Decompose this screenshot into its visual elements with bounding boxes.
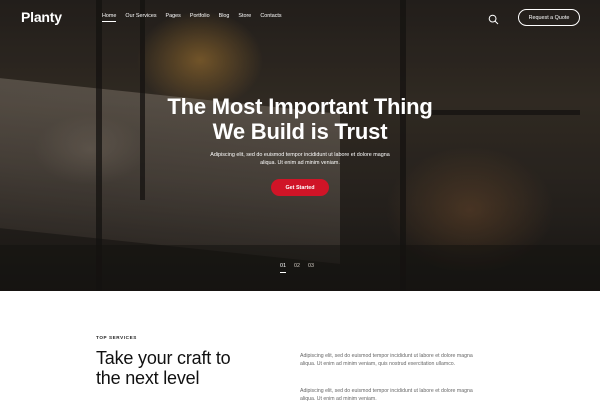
hero-title-line: We Build is Trust	[212, 119, 388, 144]
nav-store[interactable]: Store	[238, 13, 251, 22]
search-icon[interactable]	[488, 12, 499, 25]
slide-indicator-03[interactable]: 03	[308, 263, 314, 273]
hero-section: Planty Home Our Services Pages Portfolio…	[0, 0, 600, 291]
nav-contacts[interactable]: Contacts	[260, 13, 281, 22]
hero-subtitle: Adipiscing elit, sed do euismod tempor i…	[210, 152, 390, 166]
section-paragraph: Adipiscing elit, sed do euismod tempor i…	[300, 388, 473, 402]
top-navigation: Planty Home Our Services Pages Portfolio…	[0, 0, 600, 34]
section-paragraph: Adipiscing elit, sed do euismod tempor i…	[300, 353, 473, 367]
section-title: Take your craft to the next level	[96, 348, 231, 388]
hero-title: The Most Important Thing We Build is Tru…	[0, 94, 600, 144]
logo[interactable]: Planty	[21, 9, 62, 25]
request-quote-button[interactable]: Request a Quote	[518, 9, 580, 26]
main-menu: Home Our Services Pages Portfolio Blog S…	[102, 13, 282, 22]
nav-blog[interactable]: Blog	[219, 13, 230, 22]
slide-indicator-02[interactable]: 02	[294, 263, 300, 273]
nav-our-services[interactable]: Our Services	[125, 13, 156, 22]
nav-portfolio[interactable]: Portfolio	[190, 13, 210, 22]
get-started-button[interactable]: Get Started	[271, 179, 329, 196]
slider-pagination: 01 02 03	[280, 263, 314, 273]
section-title-line: the next level	[96, 368, 200, 388]
section-title-line: Take your craft to	[96, 348, 231, 368]
hero-title-line: The Most Important Thing	[167, 94, 433, 119]
section-eyebrow: TOP SERVICES	[96, 335, 137, 340]
nav-pages[interactable]: Pages	[166, 13, 181, 22]
hero-overlay	[0, 0, 600, 291]
nav-home[interactable]: Home	[102, 13, 117, 22]
slide-indicator-01[interactable]: 01	[280, 263, 286, 273]
